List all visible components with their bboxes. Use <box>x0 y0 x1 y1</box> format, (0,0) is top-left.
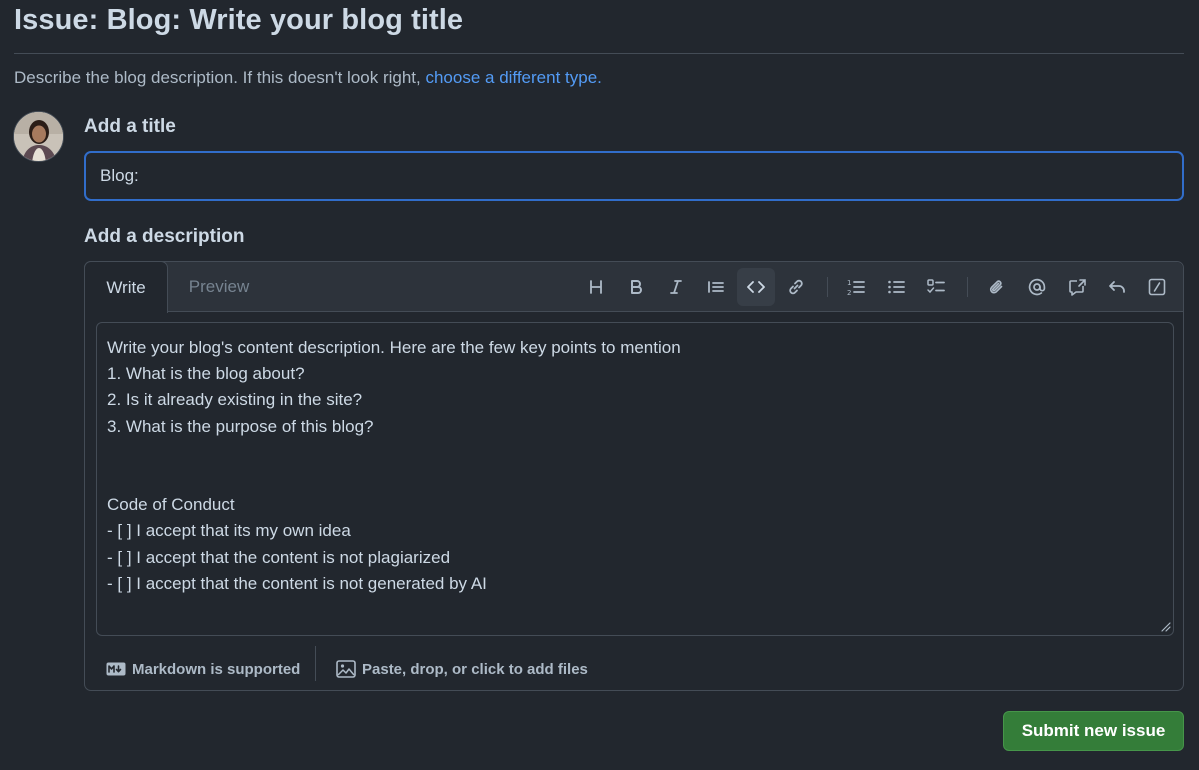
reply-button[interactable] <box>1098 268 1136 306</box>
markdown-supported-link[interactable]: Markdown is supported <box>106 652 300 686</box>
bold-icon <box>631 280 642 294</box>
quote-icon <box>708 281 724 293</box>
markdown-editor: Write Preview 12 Write your blog's conte… <box>84 261 1184 691</box>
add-title-label: Add a title <box>84 116 176 137</box>
markdown-icon <box>106 662 126 676</box>
code-icon <box>747 281 765 293</box>
code-button[interactable] <box>737 268 775 306</box>
add-files-button[interactable]: Paste, drop, or click to add files <box>336 652 588 686</box>
reply-icon <box>1109 281 1125 293</box>
reference-icon <box>1069 279 1086 296</box>
avatar <box>13 111 64 162</box>
toolbar-separator <box>967 277 968 297</box>
quote-button[interactable] <box>697 268 735 306</box>
link-button[interactable] <box>777 268 815 306</box>
heading-icon <box>590 280 602 294</box>
heading-button[interactable] <box>577 268 615 306</box>
italic-icon <box>670 280 682 294</box>
svg-text:1: 1 <box>847 279 851 287</box>
add-description-label: Add a description <box>84 226 245 247</box>
intro-text: Describe the blog description. If this d… <box>14 68 602 88</box>
italic-button[interactable] <box>657 268 695 306</box>
numbered-list-button[interactable]: 12 <box>837 268 875 306</box>
mention-button[interactable] <box>1018 268 1056 306</box>
title-divider <box>14 53 1184 54</box>
files-note: Paste, drop, or click to add files <box>362 660 588 678</box>
description-textarea[interactable] <box>96 322 1174 636</box>
editor-footer: Markdown is supported Paste, drop, or cl… <box>85 646 1183 690</box>
link-icon <box>789 279 803 295</box>
unordered-list-button[interactable] <box>877 268 915 306</box>
resize-handle-icon[interactable] <box>1159 620 1171 632</box>
mention-icon <box>1028 278 1046 296</box>
tab-preview[interactable]: Preview <box>173 262 265 312</box>
reference-button[interactable] <box>1058 268 1096 306</box>
choose-different-type-link[interactable]: choose a different type. <box>425 68 601 87</box>
task-list-button[interactable] <box>917 268 955 306</box>
toolbar-separator <box>827 277 828 297</box>
markdown-note: Markdown is supported <box>132 660 301 678</box>
title-input[interactable] <box>84 151 1184 201</box>
submit-new-issue-button[interactable]: Submit new issue <box>1003 711 1184 751</box>
bold-button[interactable] <box>617 268 655 306</box>
svg-text:2: 2 <box>847 289 851 297</box>
unordered-list-icon <box>888 280 905 294</box>
editor-header: Write Preview 12 <box>84 261 1183 313</box>
attach-icon <box>989 280 1003 294</box>
numbered-list-icon: 12 <box>847 279 865 297</box>
attach-button[interactable] <box>978 268 1016 306</box>
task-list-icon <box>927 279 945 294</box>
page-title: Issue: Blog: Write your blog title <box>14 4 464 36</box>
slash-commands-button[interactable] <box>1138 268 1176 306</box>
intro-description: Describe the blog description. If this d… <box>14 68 426 87</box>
slash-commands-icon <box>1148 278 1166 296</box>
footer-separator <box>315 646 316 681</box>
tab-write[interactable]: Write <box>84 261 168 313</box>
image-icon <box>336 660 356 678</box>
